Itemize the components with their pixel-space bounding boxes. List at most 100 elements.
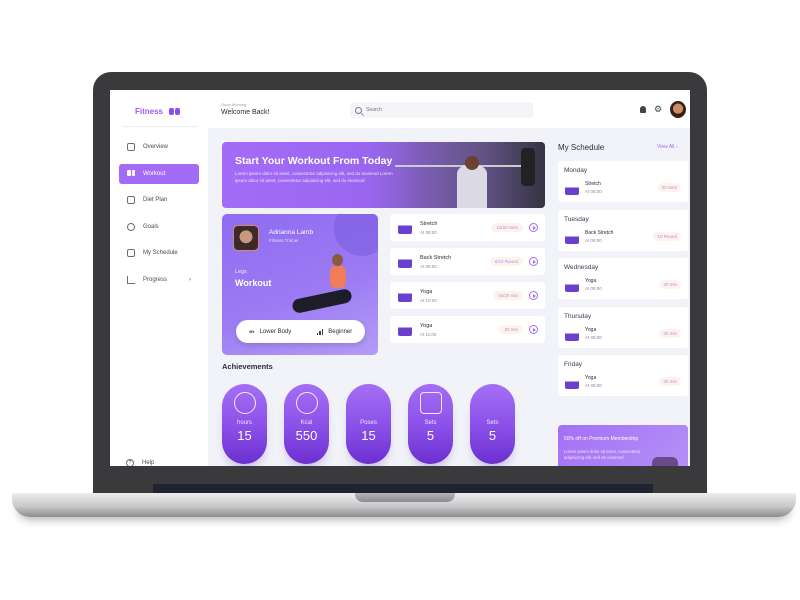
achievement-sets[interactable]: Sets 5 <box>408 384 453 464</box>
user-avatar[interactable] <box>670 101 686 118</box>
hero-banner[interactable]: Start Your Workout From Today Lorem ipsu… <box>222 142 545 208</box>
exercise-figure-legs <box>291 287 353 315</box>
schedule-time: At 08:00 <box>585 286 602 291</box>
schedule-card[interactable]: Wednesday Yoga At 08:00 20 min <box>558 258 688 299</box>
search-input[interactable] <box>366 107 526 113</box>
exercise-time: At 11:00 <box>420 332 437 337</box>
play-icon[interactable] <box>529 325 538 334</box>
sidebar-item-progress[interactable]: Progress › <box>119 270 199 290</box>
back-stretch-pose-icon <box>565 375 579 389</box>
achievement-label: hours <box>236 420 252 426</box>
dumbbell-icon: ⇹ <box>248 328 255 336</box>
achievement-kcal[interactable]: Kcal 550 <box>284 384 329 464</box>
schedule-card[interactable]: Thursday Yoga At 08:00 20 min <box>558 306 688 348</box>
hero-title: Start Your Workout From Today <box>235 155 393 167</box>
exercise-figure-torso <box>330 266 346 288</box>
exercise-name: Stretch <box>420 221 438 227</box>
exercise-item[interactable]: Yoga At 10:00 04/20 min <box>390 282 545 309</box>
premium-promo-card[interactable]: 50% off on Premium Membership Lorem ipsu… <box>558 425 688 466</box>
schedule-list: Monday Stretch At 08:00 20 Sets Tuesday … <box>558 161 688 404</box>
exercise-time: At 10:00 <box>420 298 437 303</box>
sidebar: Fitness Overview Workout Diet Plan Goals <box>110 90 208 466</box>
achievement-hours[interactable]: hours 15 <box>222 384 267 464</box>
view-all-label: View All <box>657 144 675 150</box>
exercise-list: Stretch At 08:00 10/20 Sets Back Stretch… <box>390 214 545 350</box>
play-icon[interactable] <box>529 257 538 266</box>
schedule-day: Tuesday <box>564 215 589 223</box>
sidebar-item-label: Overview <box>143 144 169 150</box>
schedule-badge: 20 min <box>659 377 681 386</box>
schedule-card[interactable]: Monday Stretch At 08:00 20 Sets <box>558 161 688 202</box>
schedule-time: At 08:00 <box>585 383 602 388</box>
schedule-title: My Schedule <box>558 143 605 152</box>
schedule-exercise: Yoga <box>585 326 597 333</box>
help-link[interactable]: ? Help <box>126 459 154 466</box>
chart-icon <box>127 275 135 284</box>
help-label: Help <box>142 460 155 466</box>
athlete-head-graphic <box>465 156 479 170</box>
promo-text: Lorem ipsum dolor sit amet, consectetur … <box>564 449 641 460</box>
schedule-day: Friday <box>564 361 583 368</box>
sidebar-item-goals[interactable]: Goals <box>119 217 199 237</box>
exercise-progress-badge: 04/20 min <box>493 291 523 300</box>
gear-icon[interactable]: ⚙ <box>654 105 662 114</box>
tag-level: Beginner <box>316 328 353 335</box>
brand-logo[interactable]: Fitness <box>135 107 181 116</box>
achievement-value: 15 <box>237 428 252 443</box>
exercise-progress-badge: 20 min <box>499 325 523 334</box>
tag-label: Beginner <box>328 328 353 335</box>
achievement-label: Sets <box>486 420 499 426</box>
exercise-name: Yoga <box>420 289 433 295</box>
sidebar-item-label: Diet Plan <box>143 197 168 203</box>
sidebar-divider <box>122 126 198 127</box>
footsteps-icon <box>482 392 504 414</box>
schedule-card[interactable]: Friday Yoga At 08:00 20 min <box>558 355 688 396</box>
search-icon <box>355 106 362 114</box>
schedule-exercise: Yoga <box>585 375 597 381</box>
schedule-badge: 10 Round <box>653 231 681 241</box>
exercise-item[interactable]: Back Stretch At 09:00 6/10 Round <box>390 248 545 275</box>
schedule-day: Wednesday <box>564 264 599 271</box>
sidebar-item-diet-plan[interactable]: Diet Plan <box>119 190 199 210</box>
workout-tags: ⇹ Lower Body Beginner <box>236 320 365 343</box>
exercise-item[interactable]: Yoga At 11:00 20 min <box>390 316 545 343</box>
sidebar-item-workout[interactable]: Workout <box>119 163 199 184</box>
athlete-graphic <box>457 166 487 208</box>
help-icon: ? <box>126 459 134 466</box>
stretch-pose-icon <box>565 326 579 341</box>
trainer-card[interactable]: Adrianna Lamb Fitness Trainer Legs Worko… <box>222 214 378 355</box>
schedule-card[interactable]: Tuesday Back Stretch At 08:00 10 Round <box>558 209 688 251</box>
schedule-time: At 08:00 <box>585 237 602 243</box>
sidebar-item-overview[interactable]: Overview <box>119 137 199 157</box>
achievement-value: 550 <box>295 428 318 443</box>
barbell-plate-graphic <box>521 148 535 186</box>
sidebar-item-label: Goals <box>143 223 159 230</box>
dumbbell-fist-icon <box>419 392 442 414</box>
clock-icon <box>233 392 256 414</box>
trainer-photo <box>233 225 259 251</box>
workout-category: Legs <box>235 269 247 275</box>
level-bars-icon <box>316 328 324 335</box>
view-all-link[interactable]: View All › <box>657 144 677 150</box>
trainer-name: Adrianna Lamb <box>269 229 314 236</box>
search-bar[interactable] <box>350 102 533 118</box>
sidebar-item-my-schedule[interactable]: My Schedule <box>119 243 199 263</box>
achievement-label: Kcal <box>300 420 313 426</box>
play-icon[interactable] <box>529 291 538 300</box>
achievement-poses[interactable]: Poses 15 <box>346 384 391 464</box>
exercise-item[interactable]: Stretch At 08:00 10/20 Sets <box>390 214 545 241</box>
achievement-steps[interactable]: Sets 5 <box>470 384 515 464</box>
yoga-pose-icon <box>565 278 579 292</box>
schedule-time: At 08:00 <box>585 334 602 340</box>
exercise-progress-badge: 10/20 Sets <box>491 223 523 232</box>
schedule-badge: 20 Sets <box>657 183 681 192</box>
promo-title: 50% off on Premium Membership <box>564 436 639 442</box>
back-stretch-pose-icon <box>398 254 412 268</box>
calendar-icon <box>127 249 135 257</box>
bell-icon[interactable] <box>640 106 646 113</box>
achievement-label: Poses <box>360 420 377 426</box>
play-icon[interactable] <box>529 223 538 232</box>
diet-icon <box>127 196 135 204</box>
schedule-badge: 20 min <box>659 280 681 289</box>
exercise-progress-badge: 6/10 Round <box>489 257 523 266</box>
